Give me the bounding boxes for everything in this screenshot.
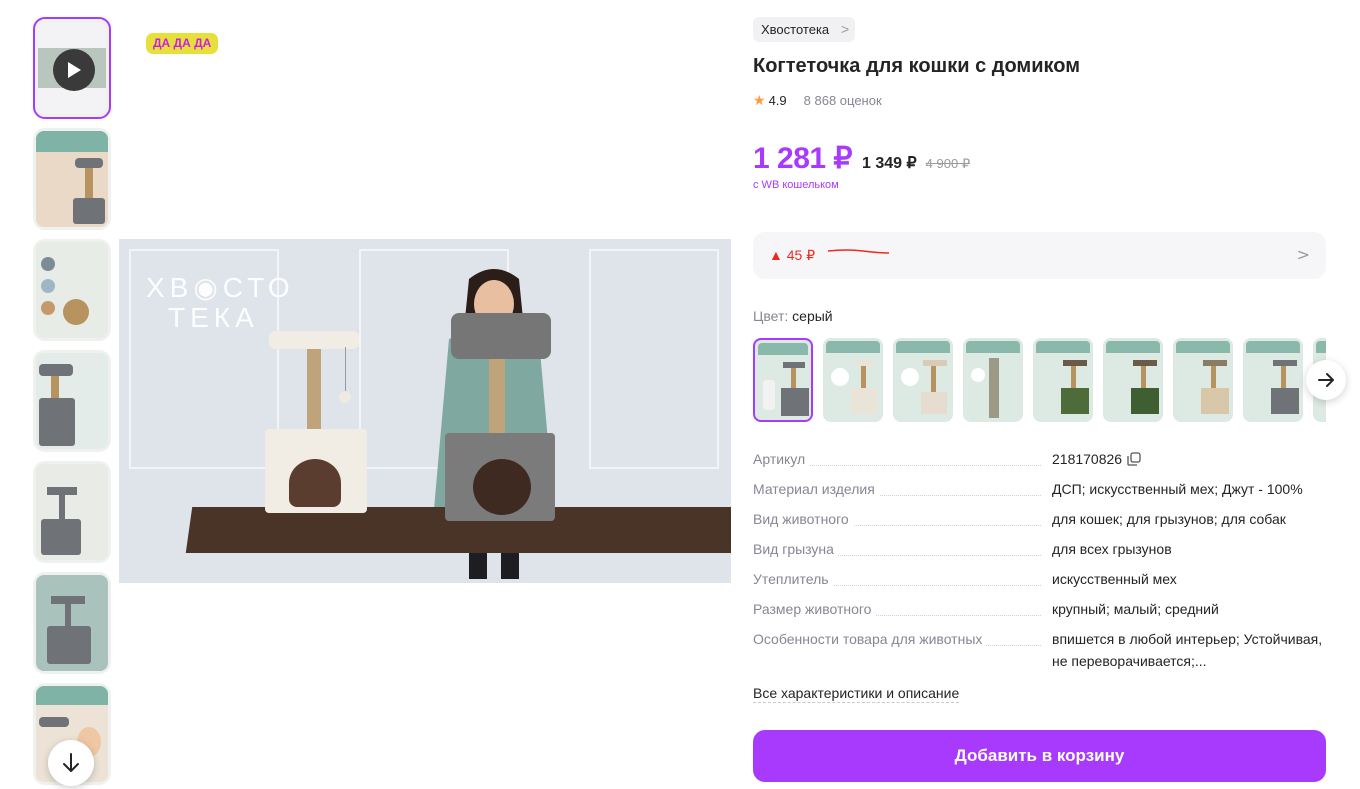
color-swatches: [753, 338, 1326, 422]
spec-key: Вид грызуна: [753, 541, 838, 557]
spec-value: впишется в любой интерьер; Устойчивая, н…: [1052, 631, 1323, 669]
grey-platform: [451, 313, 551, 359]
promo-badge: ДА ДА ДА: [146, 33, 219, 54]
color-swatch[interactable]: [753, 338, 813, 422]
watermark-line-2: ТЕКА: [168, 302, 259, 333]
spec-key: Вид животного: [753, 511, 853, 527]
spec-row: Размер животного крупный; малый; средний: [753, 601, 1326, 631]
color-swatch[interactable]: [1173, 338, 1233, 422]
price-history-panel[interactable]: ▲ 45 ₽ >: [753, 232, 1326, 279]
spec-value: для всех грызунов: [1052, 541, 1172, 557]
spec-key: Размер животного: [753, 601, 876, 617]
toy-ball: [339, 391, 351, 403]
spec-value: крупный; малый; средний: [1052, 601, 1219, 617]
arrow-right-icon: [1318, 373, 1334, 387]
play-icon: [53, 49, 95, 91]
spec-key: Особенности товара для животных: [753, 631, 987, 647]
color-key: Цвет:: [753, 308, 789, 324]
spec-key: Материал изделия: [753, 481, 879, 497]
price-row: 1 281 ₽ 1 349 ₽ 4 900 ₽: [753, 141, 970, 176]
spec-value: искусственный мех: [1052, 571, 1177, 587]
grey-post: [489, 359, 505, 435]
add-to-cart-button[interactable]: Добавить в корзину: [753, 730, 1326, 782]
spec-row: Вид грызуна для всех грызунов: [753, 541, 1326, 571]
brand-watermark: ХВ◉СТО ТЕКА: [146, 273, 295, 333]
specs-list: Артикул 218170826 Материал изделия ДСП; …: [753, 451, 1326, 677]
product-title: Когтеточка для кошки с домиком: [753, 55, 1080, 77]
brand-breadcrumb[interactable]: Хвостотека >: [753, 17, 856, 42]
thumbnail-6[interactable]: [33, 572, 111, 674]
spec-row: Вид животного для кошек; для грызунов; д…: [753, 511, 1326, 541]
spec-value-article[interactable]: 218170826: [1052, 448, 1326, 470]
spec-value: ДСП; искусственный мех; Джут - 100%: [1052, 481, 1303, 497]
color-swatch[interactable]: [823, 338, 883, 422]
wallet-note: с WB кошельком: [753, 179, 839, 191]
color-swatch[interactable]: [1033, 338, 1093, 422]
copy-icon[interactable]: [1127, 452, 1141, 466]
thumbnail-4[interactable]: [33, 350, 111, 452]
color-swatch[interactable]: [963, 338, 1023, 422]
article-number: 218170826: [1052, 451, 1123, 467]
rating-value: 4.9: [768, 93, 787, 108]
white-post: [307, 349, 321, 431]
color-label: Цвет: серый: [753, 308, 833, 324]
spec-key: Артикул: [753, 451, 810, 467]
thumbnail-video[interactable]: [33, 17, 111, 119]
price-wallet: 1 281 ₽: [753, 142, 853, 175]
rating-row: ★ 4.9 8 868 оценок: [753, 92, 882, 109]
brand-name: Хвостотека: [761, 22, 830, 37]
color-swatch[interactable]: [1243, 338, 1303, 422]
price-regular: 1 349 ₽: [862, 155, 917, 172]
thumbnail-5[interactable]: [33, 461, 111, 563]
chevron-right-icon: >: [1296, 245, 1310, 264]
color-swatch[interactable]: [893, 338, 953, 422]
price-change: ▲ 45 ₽: [769, 247, 816, 263]
star-icon: ★: [753, 92, 766, 108]
price-old: 4 900 ₽: [925, 156, 971, 171]
product-page: ДА ДА ДА ХВ◉СТО ТЕКА Хвостотека > Когтет…: [0, 0, 1360, 789]
chevron-right-icon: >: [840, 21, 850, 37]
color-value: серый: [792, 308, 833, 324]
spec-key: Утеплитель: [753, 571, 833, 587]
thumbnail-2[interactable]: [33, 128, 111, 230]
arrow-down-icon: [63, 753, 79, 772]
reviews-link[interactable]: 8 868 оценок: [804, 93, 882, 108]
spec-row: Материал изделия ДСП; искусственный мех;…: [753, 481, 1326, 511]
scroll-down-button[interactable]: [48, 740, 94, 786]
main-product-media[interactable]: ХВ◉СТО ТЕКА: [119, 239, 731, 583]
swatches-next-button[interactable]: [1306, 360, 1346, 400]
spec-row: Утеплитель искусственный мех: [753, 571, 1326, 601]
all-specs-link[interactable]: Все характеристики и описание: [753, 685, 960, 703]
watermark-line-1: ХВ◉СТО: [146, 272, 295, 303]
spec-value: для кошек; для грызунов; для собак: [1052, 511, 1286, 527]
spec-row: Особенности товара для животных впишется…: [753, 631, 1326, 677]
spec-row: Артикул 218170826: [753, 451, 1326, 481]
price-trend-line: [827, 249, 890, 254]
color-swatch[interactable]: [1103, 338, 1163, 422]
thumbnail-3[interactable]: [33, 239, 111, 341]
